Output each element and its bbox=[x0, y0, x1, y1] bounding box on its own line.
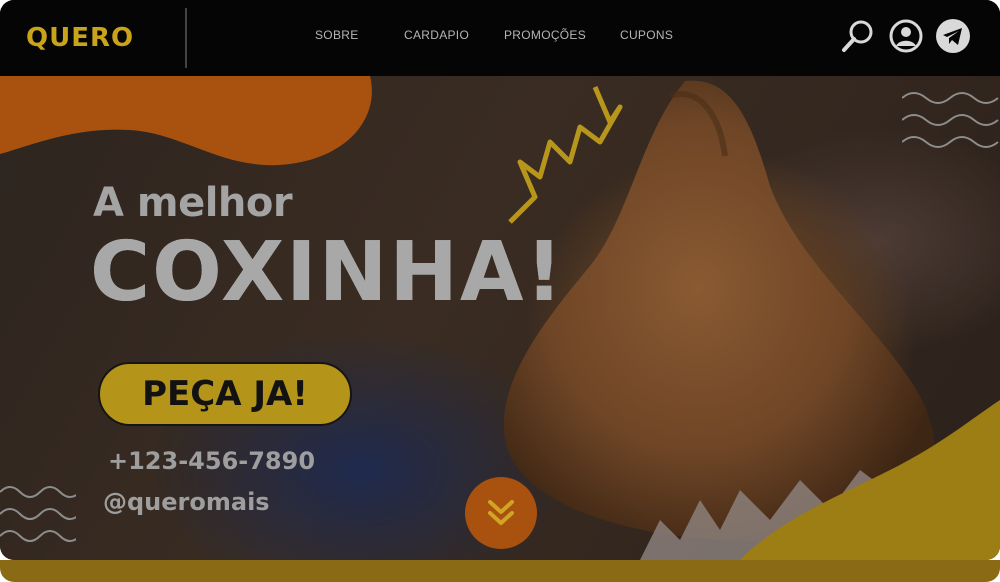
brand-logo-text: QUERO bbox=[26, 23, 135, 53]
social-handle[interactable]: @queromais bbox=[103, 488, 270, 516]
scroll-down-button[interactable] bbox=[465, 477, 537, 549]
orange-blob-decoration bbox=[0, 76, 372, 166]
squiggle-decoration bbox=[508, 86, 623, 224]
waves-decoration-right bbox=[902, 92, 999, 148]
order-now-button[interactable]: PEÇA JA! bbox=[98, 362, 352, 426]
nav-link-promocoes[interactable]: PROMOÇÕES bbox=[504, 28, 586, 42]
brand-logo[interactable]: QUERO bbox=[26, 18, 134, 58]
double-chevron-down-icon bbox=[488, 500, 514, 525]
page-frame: QUERO SOBRE CARDAPIO PROMOÇÕES CUPONS A … bbox=[0, 0, 1000, 560]
site-header: QUERO SOBRE CARDAPIO PROMOÇÕES CUPONS bbox=[0, 0, 1000, 76]
nav-link-cardapio[interactable]: CARDAPIO bbox=[404, 28, 469, 42]
hero-tagline: A melhor bbox=[93, 180, 293, 226]
search-icon[interactable] bbox=[840, 18, 876, 54]
waves-decoration-left bbox=[0, 486, 76, 542]
nav-link-cupons[interactable]: CUPONS bbox=[620, 28, 673, 42]
yellow-blob-decoration bbox=[740, 400, 1000, 560]
contact-phone[interactable]: +123-456-7890 bbox=[108, 447, 315, 475]
hero-headline: COXINHA! bbox=[90, 225, 565, 320]
next-section-peek bbox=[0, 560, 1000, 582]
header-divider bbox=[185, 8, 187, 68]
telegram-icon[interactable] bbox=[935, 18, 971, 54]
nav-link-sobre[interactable]: SOBRE bbox=[315, 28, 359, 42]
user-icon[interactable] bbox=[888, 18, 924, 54]
